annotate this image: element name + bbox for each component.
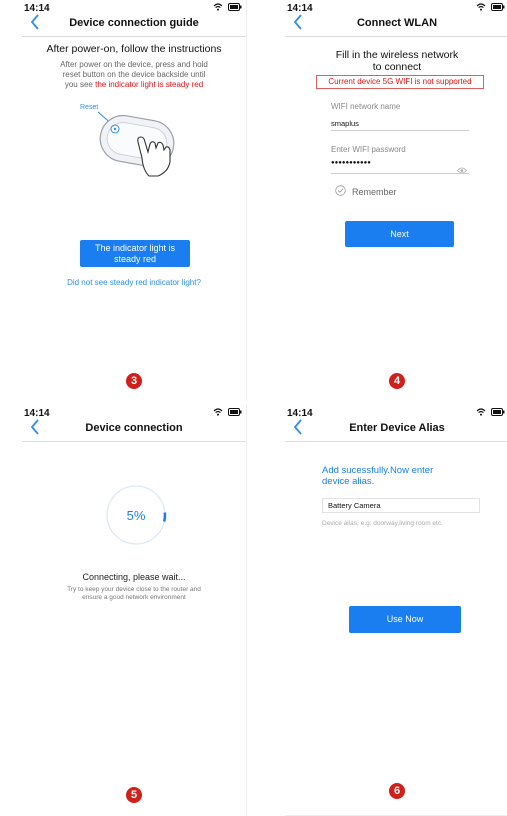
wifi-password-label: Enter WIFI password <box>331 145 406 154</box>
wifi-name-input[interactable]: smaplus <box>331 119 359 128</box>
progress-ring: 5% <box>104 483 168 547</box>
navigation-bar: Device connection guide <box>22 12 246 37</box>
5g-warning-box: Current device 5G WIFI is not supported <box>316 75 484 89</box>
page-title: Enter Device Alias <box>349 422 445 434</box>
wifi-password-underline <box>331 173 469 174</box>
page-title: Connect WLAN <box>356 17 438 29</box>
next-button[interactable]: Next <box>345 221 454 247</box>
progress-percent: 5% <box>126 508 146 523</box>
screen-device-connection: 14:14 Device connection 5% Connecting, p… <box>22 405 247 815</box>
step-marker-4: 4 <box>389 373 405 389</box>
indicator-steady-red-button[interactable]: The indicator light is steady red <box>80 240 190 267</box>
wifi-icon <box>213 3 223 11</box>
show-password-eye-icon[interactable] <box>456 161 468 179</box>
step-marker-3: 3 <box>126 373 142 389</box>
battery-icon <box>228 3 242 11</box>
connecting-tip: Try to keep your device close to the rou… <box>67 586 201 601</box>
connecting-status: Connecting, please wait... <box>82 572 186 582</box>
wifi-password-input[interactable]: ●●●●●●●●●●● <box>331 160 371 166</box>
wifi-icon <box>476 3 486 11</box>
instruction-text: After power on the device, press and hol… <box>60 60 208 89</box>
battery-icon <box>491 408 505 416</box>
navigation-bar: Enter Device Alias <box>285 417 507 442</box>
screen-device-connection-guide: 14:14 Device connection guide After powe… <box>22 0 247 400</box>
alias-heading: Add sucessfully.Now enter device alias. <box>322 465 434 487</box>
navigation-bar: Connect WLAN <box>285 12 507 37</box>
page-title: Device connection <box>85 422 183 434</box>
remember-checkbox[interactable]: Remember <box>335 183 397 201</box>
wifi-icon <box>476 408 486 416</box>
wlan-heading: Fill in the wireless network to connect <box>335 49 459 73</box>
wifi-name-label: WIFI network name <box>331 102 401 111</box>
step-marker-5: 5 <box>126 787 142 803</box>
remember-label: Remember <box>352 187 397 197</box>
use-now-button[interactable]: Use Now <box>349 606 461 633</box>
step-marker-6: 6 <box>389 783 405 799</box>
check-circle-icon <box>335 183 346 201</box>
wifi-icon <box>213 408 223 416</box>
screen-enter-device-alias: 14:14 Enter Device Alias Add sucessfully… <box>285 405 507 816</box>
screen-connect-wlan: 14:14 Connect WLAN Fill in the wireless … <box>285 0 507 400</box>
alias-hint: Device alias, e.g: doorway,living room e… <box>322 520 443 527</box>
navigation-bar: Device connection <box>22 417 246 442</box>
alias-input[interactable]: Battery Camera <box>322 498 480 513</box>
battery-icon <box>491 3 505 11</box>
device-illustration: Reset <box>72 96 212 186</box>
no-red-light-help-link[interactable]: Did not see steady red indicator light? <box>22 278 246 287</box>
instruction-heading: After power-on, follow the instructions <box>46 43 222 55</box>
page-title: Device connection guide <box>69 17 199 29</box>
reset-label: Reset <box>80 104 99 111</box>
battery-icon <box>228 408 242 416</box>
wifi-name-underline <box>331 130 469 131</box>
